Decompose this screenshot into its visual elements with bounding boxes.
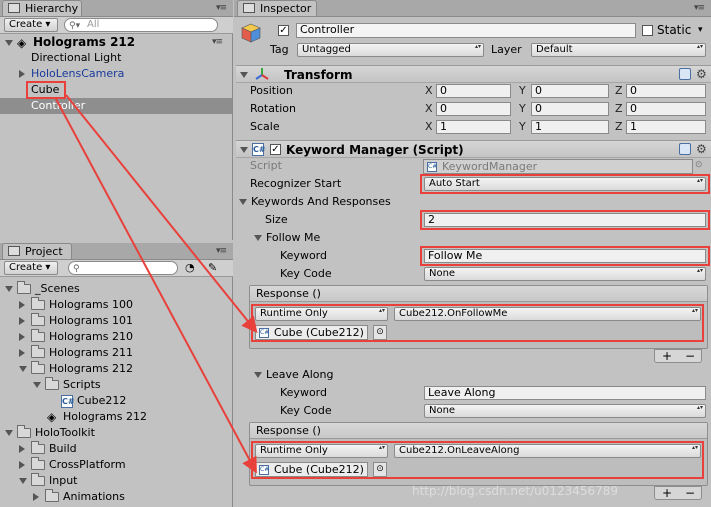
annotation-arrows — [55, 94, 258, 474]
arrow-cube-to-response-2 — [55, 98, 257, 474]
